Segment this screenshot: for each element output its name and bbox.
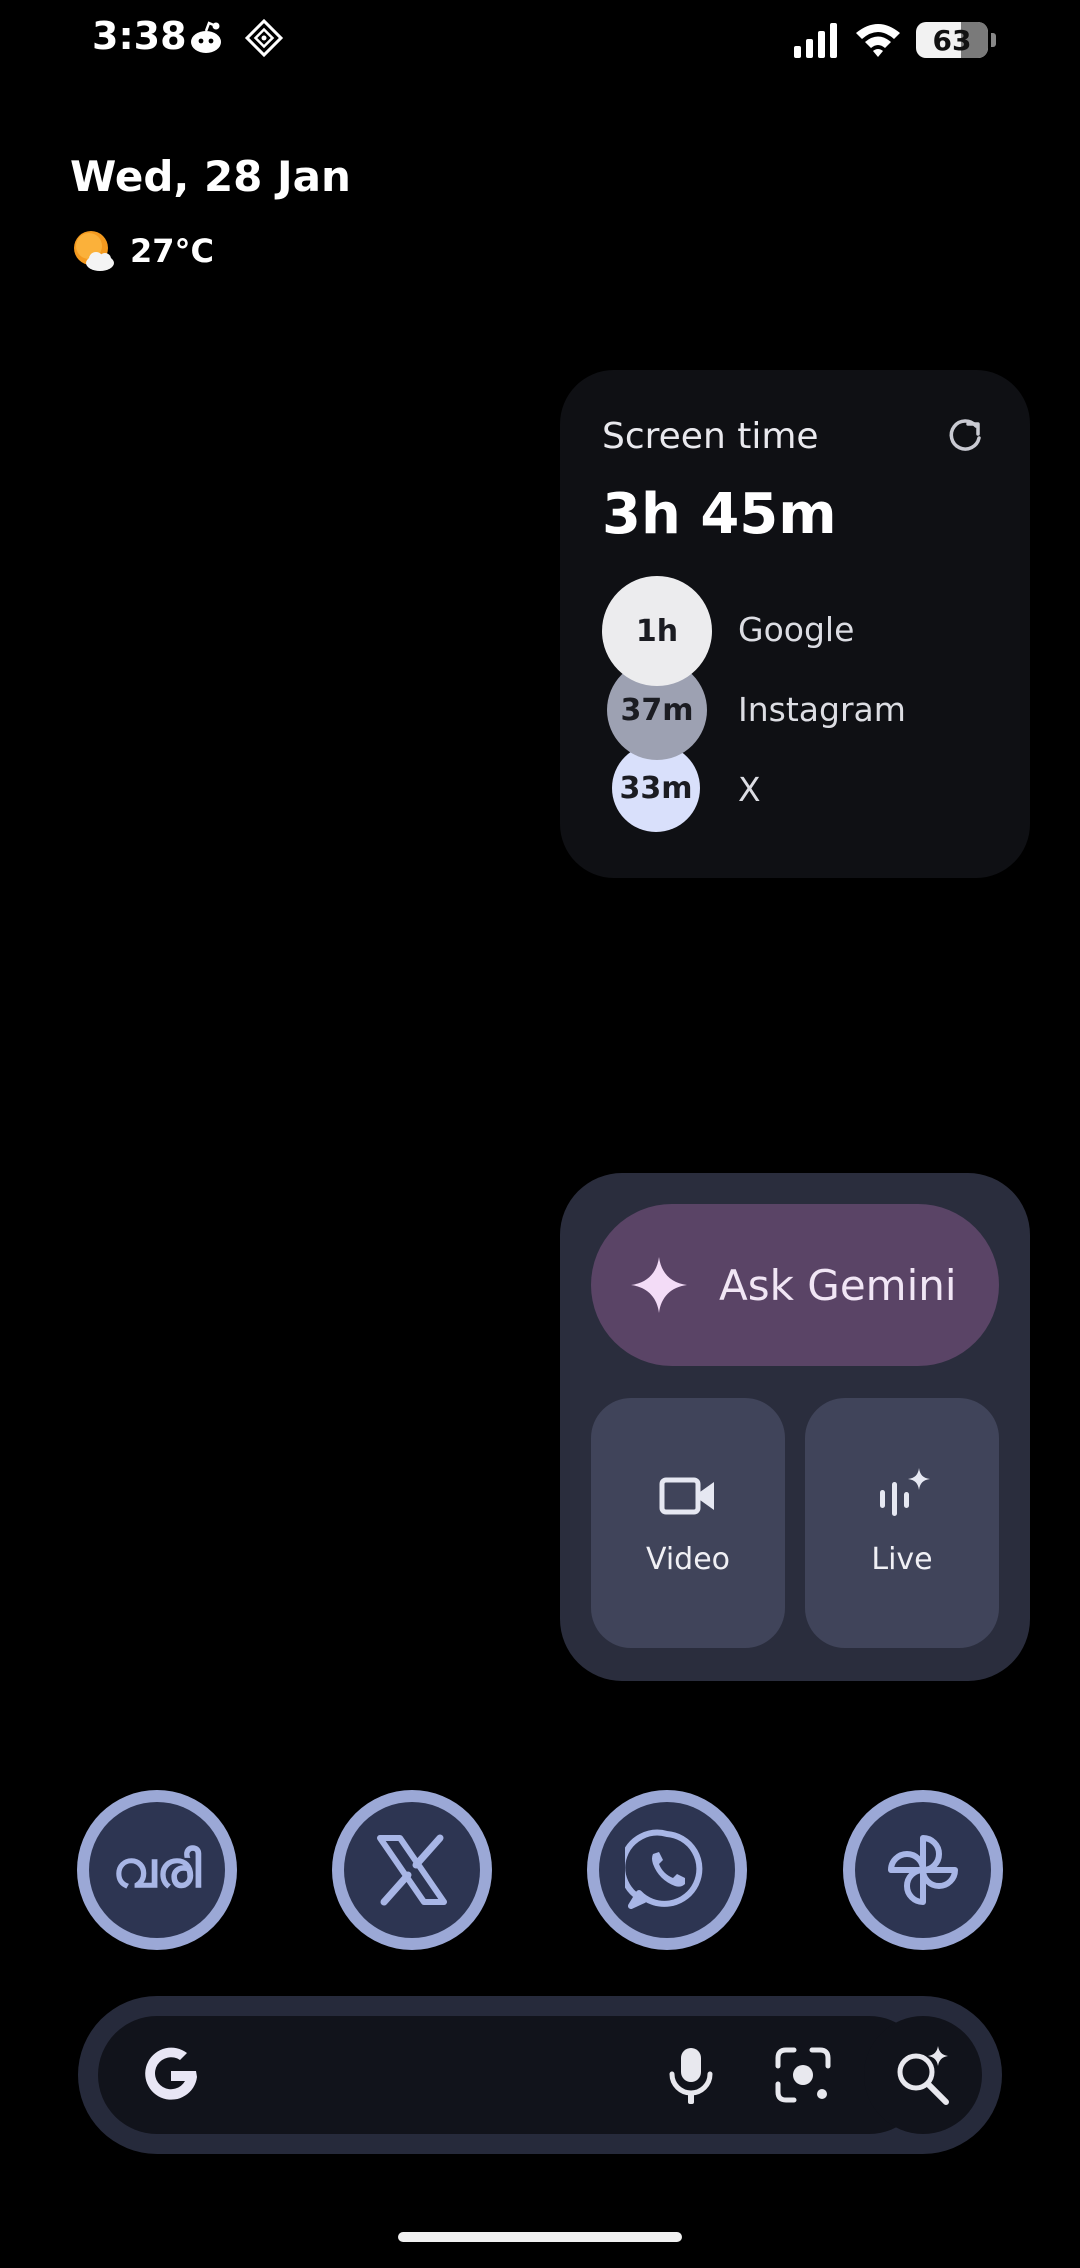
- ask-gemini-label: Ask Gemini: [719, 1260, 957, 1310]
- status-time: 3:38: [92, 14, 187, 58]
- google-search-bar: [78, 1996, 1002, 2154]
- app-usage-name: Google: [738, 610, 855, 649]
- pinwheel-icon: [888, 1835, 958, 1905]
- app-usage-name: Instagram: [738, 690, 906, 729]
- app-usage-name: X: [738, 770, 761, 809]
- temperature-label: 27°C: [130, 232, 215, 270]
- x-app-icon[interactable]: [332, 1790, 492, 1950]
- ai-search-icon: [897, 2046, 949, 2105]
- signal-app-icon: [244, 18, 284, 58]
- search-input[interactable]: [98, 2016, 928, 2134]
- home-indicator[interactable]: [398, 2232, 682, 2242]
- screen-time-widget[interactable]: Screen time 3h 45m 33m 37m 1h Google Ins…: [560, 370, 1030, 878]
- reddit-icon: [191, 21, 221, 53]
- partly-cloudy-icon: [74, 231, 114, 271]
- date-label[interactable]: Wed, 28 Jan: [70, 152, 351, 201]
- status-bar: 3:38 63: [0, 0, 1080, 80]
- google-lens-icon[interactable]: [770, 2042, 836, 2108]
- whatsapp-app-icon[interactable]: [587, 1790, 747, 1950]
- weather-row[interactable]: 27°C: [70, 228, 214, 274]
- microphone-icon[interactable]: [658, 2042, 724, 2108]
- status-indicators: 63: [792, 18, 996, 62]
- video-camera-icon: [659, 1477, 714, 1515]
- refresh-icon[interactable]: [944, 414, 986, 456]
- ai-search-button[interactable]: [864, 2016, 982, 2134]
- screen-time-total: 3h 45m: [602, 482, 837, 547]
- ask-gemini-button[interactable]: Ask Gemini: [591, 1204, 999, 1366]
- app-usage-bubble: 1h: [602, 576, 712, 686]
- battery-percent: 63: [932, 23, 972, 57]
- live-label: Live: [871, 1542, 933, 1577]
- screen-time-title: Screen time: [602, 416, 819, 457]
- gemini-live-icon: [880, 1468, 930, 1516]
- gemini-live-button[interactable]: Live: [805, 1398, 999, 1648]
- google-g-icon[interactable]: [140, 2044, 202, 2106]
- cellular-signal-icon: [794, 23, 837, 58]
- battery-icon: 63: [916, 22, 996, 58]
- pinwheel-app-icon[interactable]: [843, 1790, 1003, 1950]
- gemini-widget: Ask Gemini Video Live: [560, 1173, 1030, 1681]
- whatsapp-logo-icon: [625, 1829, 703, 1909]
- varikal-glyph: വരി: [112, 1840, 202, 1899]
- video-label: Video: [645, 1542, 731, 1577]
- x-logo-icon: [377, 1834, 447, 1906]
- gemini-sparkle-icon: [631, 1257, 687, 1313]
- varikal-app-icon[interactable]: വരി: [77, 1790, 237, 1950]
- wifi-icon: [856, 24, 900, 57]
- gemini-video-button[interactable]: Video: [591, 1398, 785, 1648]
